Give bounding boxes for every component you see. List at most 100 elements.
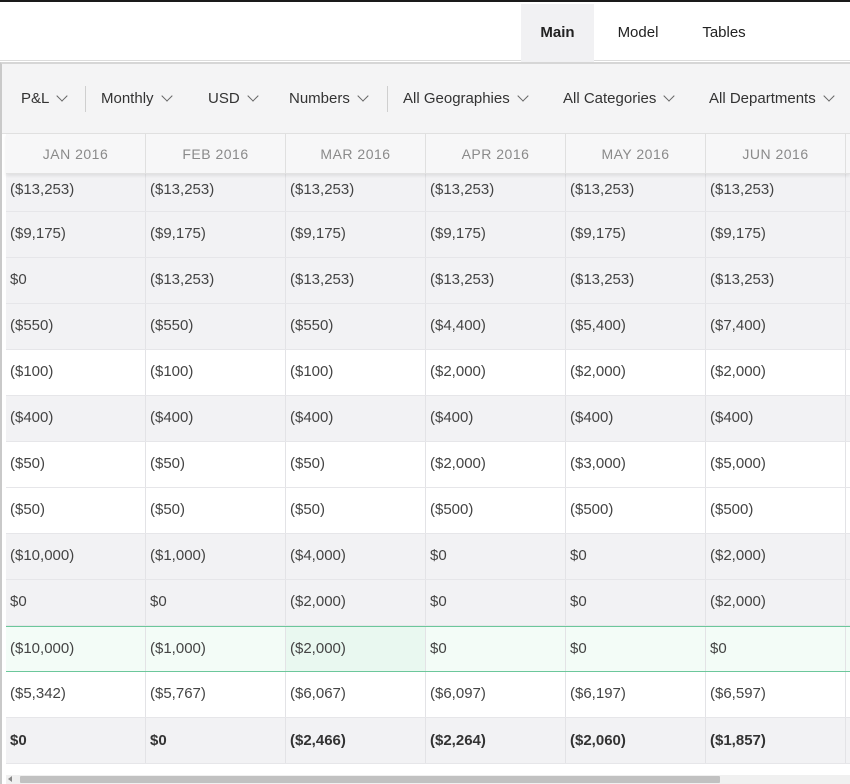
table-cell[interactable]: ($400)	[426, 396, 566, 441]
column-header[interactable]: APR 2016	[426, 134, 566, 174]
table-cell[interactable]: $0	[566, 580, 706, 625]
table-cell[interactable]: ($50)	[6, 442, 146, 487]
table-cell[interactable]: $0	[146, 718, 286, 763]
table-cell[interactable]: ($1,000)	[146, 627, 286, 671]
period-dropdown[interactable]: Monthly	[101, 64, 173, 134]
table-cell[interactable]: ($10,000)	[6, 627, 146, 671]
table-cell[interactable]: ($400)	[146, 396, 286, 441]
table-cell[interactable]: ($6,097)	[426, 672, 566, 717]
table-cell[interactable]: $0	[426, 580, 566, 625]
table-cell[interactable]: ($9,175)	[426, 212, 566, 257]
table-cell[interactable]: ($9,175)	[706, 212, 846, 257]
table-cell[interactable]: ($13,253)	[426, 258, 566, 303]
table-cell[interactable]: ($2,000)	[566, 350, 706, 395]
table-row[interactable]: ($10,000) ($1,000) ($4,000) $0 $0 ($2,000)	[6, 534, 850, 580]
table-row[interactable]: ($400) ($400) ($400) ($400) ($400) ($400)	[6, 396, 850, 442]
table-cell[interactable]: $0	[146, 580, 286, 625]
table-cell[interactable]: ($13,253)	[566, 258, 706, 303]
table-cell[interactable]: ($400)	[6, 396, 146, 441]
table-row[interactable]: ($13,253) ($13,253) ($13,253) ($13,253) ($13…	[6, 174, 850, 212]
table-cell[interactable]: ($500)	[566, 488, 706, 533]
categories-dropdown[interactable]: All Categories	[563, 64, 676, 134]
table-cell[interactable]: ($400)	[566, 396, 706, 441]
table-row-total[interactable]: $0 $0 ($2,466) ($2,264) ($2,060) ($1,857)	[6, 718, 850, 764]
table-cell[interactable]: ($500)	[426, 488, 566, 533]
table-cell[interactable]: $0	[6, 258, 146, 303]
table-cell[interactable]: $0	[6, 580, 146, 625]
table-cell[interactable]: ($6,197)	[566, 672, 706, 717]
table-cell[interactable]: ($13,253)	[426, 174, 566, 211]
table-cell[interactable]: ($550)	[146, 304, 286, 349]
table-cell[interactable]: $0	[426, 534, 566, 579]
table-cell[interactable]: ($7,400)	[706, 304, 846, 349]
table-cell[interactable]: $0	[566, 627, 706, 671]
tab-model[interactable]: Model	[602, 4, 674, 62]
table-cell[interactable]: ($2,000)	[286, 627, 426, 671]
table-cell[interactable]: ($13,253)	[706, 258, 846, 303]
table-cell[interactable]: ($2,060)	[566, 718, 706, 763]
table-row[interactable]: $0 ($13,253) ($13,253) ($13,253) ($13,253) ($…	[6, 258, 850, 304]
table-cell[interactable]: ($2,000)	[706, 534, 846, 579]
table-cell[interactable]: ($2,264)	[426, 718, 566, 763]
table-cell[interactable]: ($13,253)	[6, 174, 146, 211]
table-cell[interactable]: $0	[566, 534, 706, 579]
table-row[interactable]: ($50) ($50) ($50) ($2,000) ($3,000) ($5,000)	[6, 442, 850, 488]
statement-dropdown[interactable]: P&L	[21, 64, 69, 134]
table-row[interactable]: ($9,175) ($9,175) ($9,175) ($9,175) ($9,175)…	[6, 212, 850, 258]
column-header[interactable]: MAY 2016	[566, 134, 706, 174]
table-cell[interactable]: ($5,342)	[6, 672, 146, 717]
table-row[interactable]: ($550) ($550) ($550) ($4,400) ($5,400) ($7,40…	[6, 304, 850, 350]
tab-main[interactable]: Main	[521, 4, 594, 62]
column-header[interactable]: JAN 2016	[6, 134, 146, 174]
table-cell[interactable]: ($2,000)	[426, 442, 566, 487]
table-cell[interactable]: ($9,175)	[6, 212, 146, 257]
column-header[interactable]: MAR 2016	[286, 134, 426, 174]
horizontal-scrollbar[interactable]	[6, 775, 850, 784]
table-cell[interactable]: ($5,767)	[146, 672, 286, 717]
table-cell[interactable]: ($2,000)	[286, 580, 426, 625]
table-cell[interactable]: ($500)	[706, 488, 846, 533]
tab-tables[interactable]: Tables	[688, 4, 760, 62]
table-row[interactable]: ($10,000) ($1,000) ($2,000) $0 $0 $0	[6, 626, 850, 672]
table-row[interactable]: ($50) ($50) ($50) ($500) ($500) ($500)	[6, 488, 850, 534]
table-cell[interactable]: ($6,597)	[706, 672, 846, 717]
table-cell[interactable]: ($50)	[6, 488, 146, 533]
table-cell[interactable]: ($550)	[6, 304, 146, 349]
table-cell[interactable]: ($13,253)	[706, 174, 846, 211]
table-cell[interactable]: ($4,000)	[286, 534, 426, 579]
table-cell[interactable]: ($1,857)	[706, 718, 846, 763]
table-cell[interactable]: ($10,000)	[6, 534, 146, 579]
table-cell[interactable]: ($50)	[146, 442, 286, 487]
scroll-left-icon[interactable]	[8, 776, 12, 782]
table-cell[interactable]: ($2,000)	[706, 350, 846, 395]
table-cell[interactable]: ($100)	[286, 350, 426, 395]
table-cell[interactable]: ($4,400)	[426, 304, 566, 349]
table-cell[interactable]: $0	[706, 627, 846, 671]
table-cell[interactable]: ($2,466)	[286, 718, 426, 763]
table-cell[interactable]: ($400)	[286, 396, 426, 441]
scrollbar-thumb[interactable]	[20, 776, 720, 783]
table-cell[interactable]: ($9,175)	[146, 212, 286, 257]
table-cell[interactable]: ($2,000)	[706, 580, 846, 625]
table-cell[interactable]: ($6,067)	[286, 672, 426, 717]
table-cell[interactable]: ($13,253)	[146, 258, 286, 303]
table-cell[interactable]: ($50)	[286, 442, 426, 487]
table-cell[interactable]: ($2,000)	[426, 350, 566, 395]
departments-dropdown[interactable]: All Departments	[709, 64, 835, 134]
table-cell[interactable]: ($5,400)	[566, 304, 706, 349]
geographies-dropdown[interactable]: All Geographies	[403, 64, 529, 134]
table-cell[interactable]: ($13,253)	[286, 258, 426, 303]
column-header[interactable]: FEB 2016	[146, 134, 286, 174]
table-cell[interactable]: ($9,175)	[286, 212, 426, 257]
table-cell[interactable]: ($5,000)	[706, 442, 846, 487]
column-header[interactable]: JUN 2016	[706, 134, 846, 174]
table-cell[interactable]: $0	[426, 627, 566, 671]
table-cell[interactable]: ($50)	[286, 488, 426, 533]
table-cell[interactable]: ($550)	[286, 304, 426, 349]
table-cell[interactable]: ($13,253)	[566, 174, 706, 211]
table-row[interactable]: ($5,342) ($5,767) ($6,067) ($6,097) ($6,197)…	[6, 672, 850, 718]
format-dropdown[interactable]: Numbers	[289, 64, 369, 134]
table-cell[interactable]: ($13,253)	[286, 174, 426, 211]
table-cell[interactable]: ($400)	[706, 396, 846, 441]
table-cell[interactable]: ($9,175)	[566, 212, 706, 257]
